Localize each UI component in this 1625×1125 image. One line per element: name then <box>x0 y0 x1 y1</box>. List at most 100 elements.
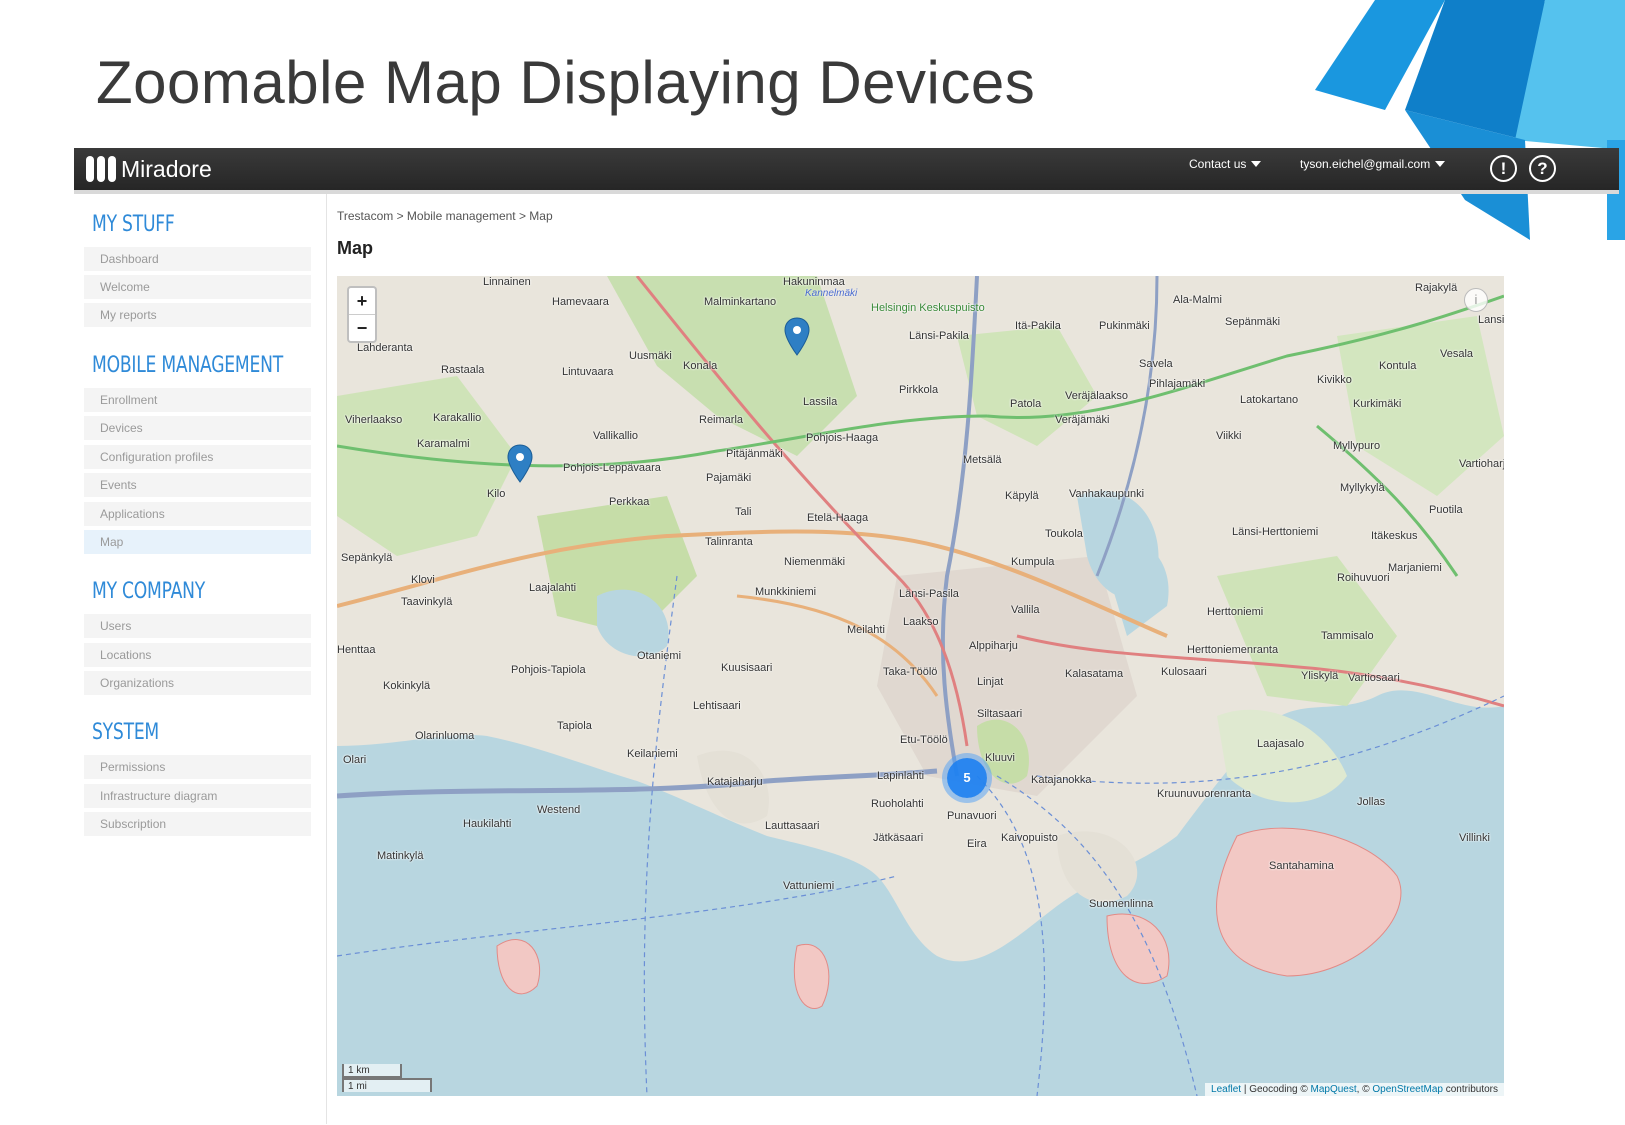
place-label: Kruunuvuorenranta <box>1157 788 1252 800</box>
exclamation-circle-icon: ! <box>1500 159 1507 178</box>
device-cluster-marker[interactable]: 5 <box>947 758 987 798</box>
alert-button[interactable]: ! <box>1490 155 1517 182</box>
sidebar: MY STUFF Dashboard Welcome My reports MO… <box>74 194 327 1124</box>
sidebar-item-map[interactable]: Map <box>84 530 311 554</box>
place-label: Haukilahti <box>463 818 512 830</box>
map-tiles <box>337 276 1504 1096</box>
chevron-down-icon <box>1435 161 1446 167</box>
place-label: Rastaala <box>441 364 485 376</box>
place-label: Katajaharju <box>707 776 763 788</box>
place-label: Kokinkylä <box>383 680 431 692</box>
sidebar-item-infrastructure-diagram[interactable]: Infrastructure diagram <box>84 784 311 808</box>
place-label: Pihlajamäki <box>1149 378 1206 390</box>
help-button[interactable]: ? <box>1529 155 1556 182</box>
zoom-in-button[interactable]: + <box>349 288 375 315</box>
place-label: Marjaniemi <box>1388 562 1442 574</box>
sidebar-item-devices[interactable]: Devices <box>84 416 311 440</box>
miradore-logo[interactable]: Miradore <box>86 153 212 185</box>
place-label: Ala-Malmi <box>1173 294 1222 306</box>
place-label: Puotila <box>1429 504 1463 516</box>
place-label: Tali <box>735 506 752 518</box>
breadcrumb: Trestacom > Mobile management > Map <box>337 209 553 223</box>
place-label: Eira <box>967 838 987 850</box>
place-label: Viikki <box>1216 430 1242 442</box>
place-label: Vartioharju <box>1459 458 1504 470</box>
place-label: Sepänmäki <box>1225 316 1281 328</box>
place-label: Pitäjänmäki <box>726 448 783 460</box>
info-icon[interactable]: i <box>1464 288 1488 312</box>
place-label: Perkkaa <box>609 496 650 508</box>
place-label: Siltasaari <box>977 708 1023 720</box>
place-label: Kumpula <box>1011 556 1055 568</box>
place-label: Lapinlahti <box>877 770 925 782</box>
place-label: Pajamäki <box>706 472 752 484</box>
place-label: Latokartano <box>1240 394 1299 406</box>
place-label: Kalasatama <box>1065 668 1124 680</box>
place-label: Villinki <box>1459 832 1490 844</box>
place-label: Pukinmäki <box>1099 320 1150 332</box>
sidebar-item-applications[interactable]: Applications <box>84 502 311 526</box>
sidebar-item-users[interactable]: Users <box>84 614 311 638</box>
device-marker[interactable] <box>507 444 533 484</box>
openstreetmap-link[interactable]: OpenStreetMap <box>1372 1084 1443 1095</box>
place-label: Veräjälaakso <box>1065 390 1128 402</box>
place-label: Kannelmäki <box>805 288 858 299</box>
user-menu[interactable]: tyson.eichel@gmail.com <box>1300 157 1446 171</box>
device-map[interactable]: Linnainen Hakuninmaa Hamevaara Malminkar… <box>337 276 1504 1096</box>
place-label: Rajakylä <box>1415 282 1458 294</box>
sidebar-item-organizations[interactable]: Organizations <box>84 671 311 695</box>
place-label: Pohjois-Haaga <box>806 432 879 444</box>
sidebar-item-permissions[interactable]: Permissions <box>84 755 311 779</box>
place-label: Vesala <box>1440 348 1474 360</box>
place-label: Olari <box>343 754 367 766</box>
sidebar-item-locations[interactable]: Locations <box>84 643 311 667</box>
attribution-text: contributors <box>1442 1084 1498 1095</box>
place-label: Savela <box>1139 358 1173 370</box>
attribution-text: , © <box>1356 1084 1373 1095</box>
place-label: Henttaa <box>337 644 376 656</box>
place-label: Länsi-Pasila <box>899 588 959 600</box>
place-label: Kaivopuisto <box>1001 832 1058 844</box>
sidebar-item-configuration-profiles[interactable]: Configuration profiles <box>84 445 311 469</box>
sidebar-item-events[interactable]: Events <box>84 473 311 497</box>
place-label: Niemenmäki <box>784 556 846 568</box>
zoom-out-button[interactable]: − <box>349 315 375 341</box>
place-label: Tammisalo <box>1321 630 1374 642</box>
leaflet-link[interactable]: Leaflet <box>1211 1084 1241 1095</box>
place-label: Reimarla <box>699 414 744 426</box>
place-label: Vartiosaari <box>1348 672 1400 684</box>
place-label: Itäkeskus <box>1371 530 1418 542</box>
place-label: Meilahti <box>847 624 885 636</box>
sidebar-item-my-reports[interactable]: My reports <box>84 303 311 327</box>
place-label: Taka-Töölö <box>883 666 938 678</box>
place-label: Herttoniemenranta <box>1187 644 1279 656</box>
place-label: Länsi-Pakila <box>909 330 969 342</box>
device-marker[interactable] <box>784 317 810 357</box>
place-label: Laakso <box>903 616 939 628</box>
place-label: Hamevaara <box>552 296 609 308</box>
place-label: Etu-Töölö <box>900 734 948 746</box>
user-email: tyson.eichel@gmail.com <box>1300 157 1431 171</box>
place-label: Patola <box>1010 398 1042 410</box>
sidebar-item-enrollment[interactable]: Enrollment <box>84 388 311 412</box>
scale-mi: 1 mi <box>342 1078 432 1092</box>
section-title-my-company: MY COMPANY <box>92 579 206 604</box>
section-title-system: SYSTEM <box>92 720 159 745</box>
place-label: Laajasalo <box>1257 738 1305 750</box>
sidebar-item-subscription[interactable]: Subscription <box>84 812 311 836</box>
place-label: Jätkäsaari <box>873 832 924 844</box>
place-label: Myllykylä <box>1340 482 1385 494</box>
mapquest-link[interactable]: MapQuest <box>1311 1084 1357 1095</box>
place-label: Helsingin Keskuspuisto <box>871 302 985 314</box>
sidebar-item-welcome[interactable]: Welcome <box>84 275 311 299</box>
place-label: Lassila <box>803 396 838 408</box>
sidebar-item-dashboard[interactable]: Dashboard <box>84 247 311 271</box>
place-label: Viherlaakso <box>345 414 403 426</box>
place-label: Ruoholahti <box>871 798 924 810</box>
contact-us-menu[interactable]: Contact us <box>1189 157 1262 171</box>
place-label: Keilaniemi <box>627 748 678 760</box>
place-label: Etelä-Haaga <box>807 512 869 524</box>
place-label: Toukola <box>1045 528 1083 540</box>
place-label: Taavinkylä <box>401 596 453 608</box>
place-label: Vanhakaupunki <box>1069 488 1145 500</box>
